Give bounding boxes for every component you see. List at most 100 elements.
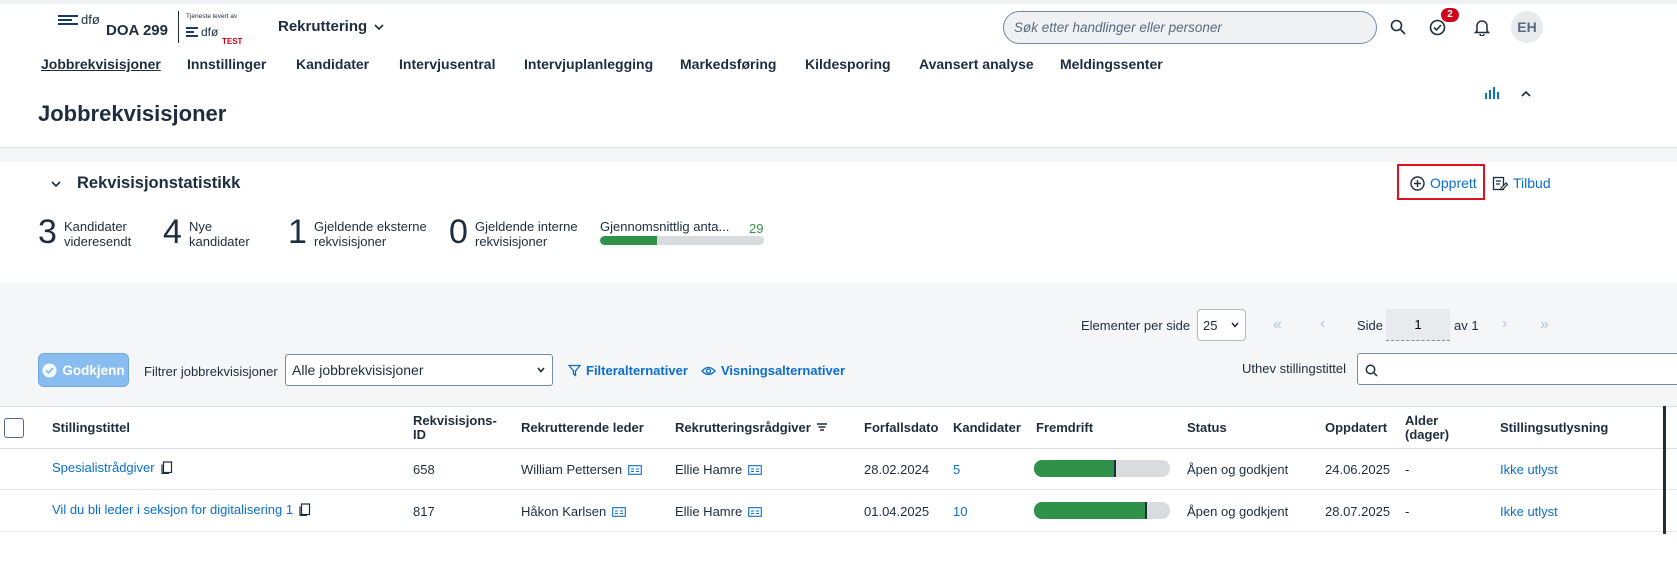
nav-item-jobbrekvisisjoner[interactable]: Jobbrekvisisjoner — [41, 56, 161, 72]
col-header-updated[interactable]: Oppdatert — [1325, 421, 1387, 435]
notification-badge: 2 — [1441, 8, 1459, 22]
previous-page-icon[interactable]: ‹ — [1320, 315, 1325, 333]
row-age: - — [1405, 504, 1410, 519]
notifications-button[interactable] — [1466, 11, 1498, 43]
page-label: Side — [1357, 318, 1384, 333]
kpi-label-new-line2: kandidater — [189, 234, 250, 249]
first-page-icon[interactable]: « — [1273, 316, 1282, 334]
approve-button-label: Godkjenn — [62, 362, 125, 378]
copy-icon[interactable] — [299, 503, 311, 516]
approve-button[interactable]: Godkjenn — [38, 353, 129, 387]
nav-item-meldingssenter[interactable]: Meldingssenter — [1060, 56, 1163, 72]
app-menu-label: Rekruttering — [278, 18, 368, 35]
contact-card-icon[interactable] — [612, 506, 627, 517]
nav-item-innstillinger[interactable]: Innstillinger — [187, 56, 266, 72]
kpi-label-new-line1: Nye — [189, 219, 213, 234]
col-header-age-line2: (dager) — [1405, 427, 1450, 442]
dfo-logo-small-text: dfø — [201, 25, 219, 39]
col-header-age[interactable]: Alder (dager) — [1405, 414, 1449, 442]
nav-item-markedsforing[interactable]: Markedsføring — [680, 56, 776, 72]
page-header — [0, 80, 1677, 148]
col-header-req-id-line1: Rekvisisjons- — [413, 413, 497, 428]
col-header-due[interactable]: Forfallsdato — [864, 421, 938, 435]
avg-label: Gjennomsnittlig anta... — [600, 219, 730, 234]
eye-icon — [701, 366, 716, 375]
per-page-select[interactable]: 25 — [1197, 309, 1246, 341]
col-header-candidates[interactable]: Kandidater — [953, 421, 1021, 435]
nav-item-kandidater[interactable]: Kandidater — [296, 56, 369, 72]
col-header-status[interactable]: Status — [1187, 421, 1227, 435]
nav-item-intervjuplanlegging[interactable]: Intervjuplanlegging — [524, 56, 653, 72]
chevron-down-icon — [1231, 322, 1239, 328]
nav-item-avansert-analyse[interactable]: Avansert analyse — [919, 56, 1034, 72]
column-resize-handle[interactable] — [1663, 406, 1666, 534]
row-posting-link[interactable]: Ikke utlyst — [1500, 462, 1558, 477]
offer-button[interactable]: Tilbud — [1492, 175, 1551, 191]
section-gap — [0, 148, 1677, 162]
page-total: av 1 — [1454, 318, 1479, 333]
view-options-button[interactable]: Visningsalternativer — [701, 363, 845, 378]
row-progress-fill — [1034, 502, 1147, 519]
analytics-button[interactable] — [1476, 76, 1508, 108]
chevron-up-icon — [1521, 90, 1531, 97]
contact-card-icon[interactable] — [748, 506, 763, 517]
chevron-down-icon — [537, 367, 545, 373]
row-posting-link[interactable]: Ikke utlyst — [1500, 504, 1558, 519]
row-req-id: 817 — [413, 504, 435, 519]
row-candidates-link[interactable]: 5 — [953, 462, 960, 477]
search-button[interactable] — [1382, 11, 1414, 43]
col-header-age-line1: Alder — [1405, 413, 1439, 428]
filter-select-value: Alle jobbrekvisisjoner — [292, 362, 424, 378]
row-title-text: Spesialistrådgiver — [52, 460, 155, 475]
col-header-req-id[interactable]: Rekvisisjons- ID — [413, 414, 497, 442]
global-search-input[interactable] — [1003, 11, 1377, 44]
offer-button-label: Tilbud — [1513, 175, 1551, 191]
per-page-label: Elementer per side — [1081, 318, 1191, 333]
col-header-posting[interactable]: Stillingsutlysning — [1500, 421, 1608, 435]
search-icon — [1390, 19, 1406, 35]
table-row[interactable] — [0, 449, 1677, 490]
chevron-down-icon — [374, 23, 384, 30]
row-manager: Håkon Karlsen — [521, 504, 627, 519]
top-strip — [0, 0, 1677, 4]
create-button[interactable]: Opprett — [1410, 175, 1477, 191]
row-title-link[interactable]: Vil du bli leder i seksjon for digitalis… — [52, 502, 311, 517]
row-candidates-link[interactable]: 10 — [953, 504, 967, 519]
app-menu-button[interactable]: Rekruttering — [278, 18, 385, 35]
row-advisor: Ellie Hamre — [675, 504, 763, 519]
nav-item-kildesporing[interactable]: Kildesporing — [805, 56, 891, 72]
next-page-icon[interactable]: › — [1502, 315, 1507, 333]
user-avatar[interactable]: EH — [1511, 11, 1543, 43]
collapse-header-button[interactable] — [1510, 78, 1542, 110]
col-header-progress[interactable]: Fremdrift — [1036, 421, 1093, 435]
kpi-label-external-line2: rekvisisjoner — [314, 234, 387, 249]
last-page-icon[interactable]: » — [1540, 316, 1549, 334]
table-toolbar-area — [0, 283, 1677, 407]
row-advisor: Ellie Hamre — [675, 462, 763, 477]
row-title-link[interactable]: Spesialistrådgiver — [52, 460, 173, 475]
page-number-input[interactable] — [1386, 309, 1450, 341]
highlight-title-search[interactable] — [1357, 353, 1677, 385]
filter-options-button[interactable]: Filteralternativer — [568, 363, 688, 378]
col-header-advisor[interactable]: Rekrutteringsrådgiver — [675, 421, 828, 435]
contact-card-icon[interactable] — [628, 464, 642, 475]
row-due-date: 01.04.2025 — [864, 504, 930, 519]
collapse-stats-button[interactable] — [40, 168, 72, 200]
contact-card-icon[interactable] — [748, 464, 763, 475]
bar-chart-icon — [1485, 87, 1499, 99]
check-circle-icon — [42, 363, 57, 377]
requisition-filter-select[interactable]: Alle jobbrekvisisjoner — [285, 354, 553, 386]
nav-item-intervjusentral[interactable]: Intervjusentral — [399, 56, 495, 72]
col-header-title[interactable]: Stillingstittel — [52, 421, 130, 435]
row-manager: William Pettersen — [521, 462, 642, 477]
select-all-checkbox[interactable] — [4, 418, 24, 438]
row-manager-name: Håkon Karlsen — [521, 504, 607, 519]
stats-title: Rekvisisjonstatistikk — [77, 174, 241, 192]
kpi-label-internal: Gjeldende interne rekvisisjoner — [475, 219, 578, 249]
col-header-manager[interactable]: Rekrutterende leder — [521, 421, 644, 435]
main-navigation: Jobbrekvisisjoner Innstillinger Kandidat… — [0, 56, 1677, 78]
filter-label: Filtrer jobbrekvisisjoner — [144, 364, 278, 379]
row-due-date: 28.02.2024 — [864, 462, 930, 477]
copy-icon[interactable] — [161, 461, 173, 474]
kpi-label-forwarded: Kandidater videresendt — [64, 219, 131, 249]
